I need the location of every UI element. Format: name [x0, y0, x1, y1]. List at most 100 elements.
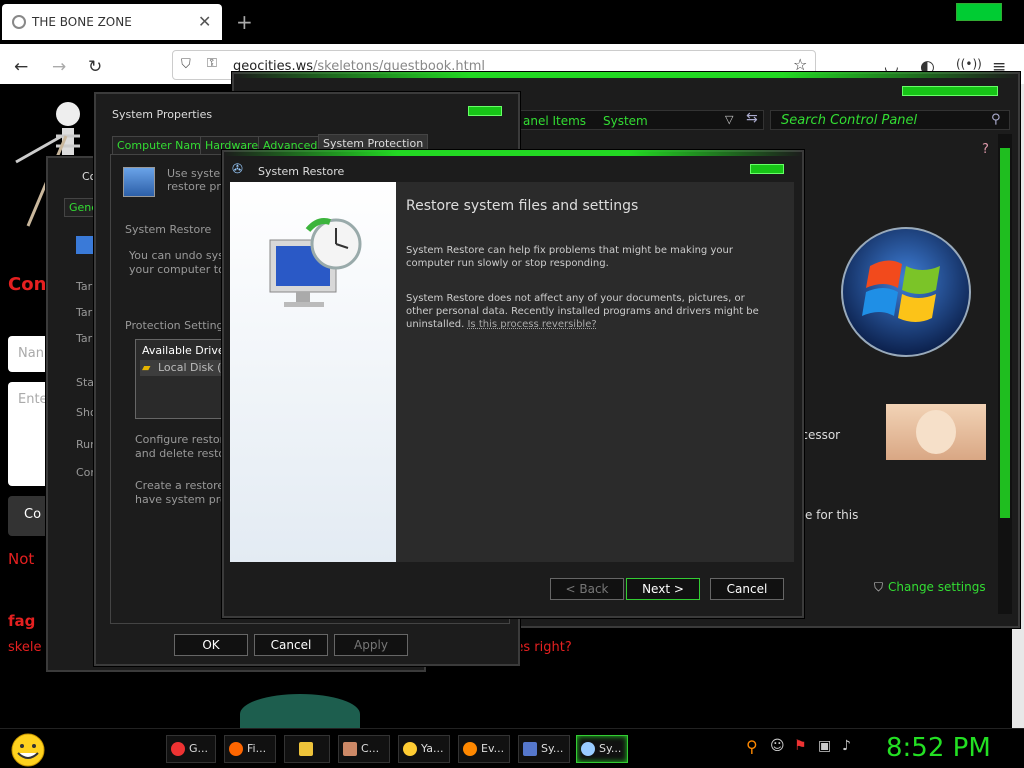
paragraph-1: System Restore can help fix problems tha…	[406, 245, 733, 269]
taskbar-item-c-label: C...	[361, 742, 380, 755]
system-restore-title: System Restore	[258, 165, 345, 178]
browser-tab-bar: THE BONE ZONE ✕ +	[0, 0, 1024, 44]
wizard-content: Restore system files and settings System…	[396, 182, 794, 562]
event-viewer-icon	[463, 742, 477, 756]
reversible-link[interactable]: Is this process reversible?	[467, 319, 596, 330]
back-icon[interactable]: ←	[14, 57, 28, 77]
taskbar: G... Fi... C... Ya... Ev... Sy... Sy... …	[0, 728, 1024, 768]
system-restore-close-button[interactable]	[750, 164, 784, 174]
app-icon	[343, 742, 357, 756]
system-properties-close-button[interactable]	[468, 106, 502, 116]
drives-header: Available Drives	[142, 344, 231, 357]
system-protection-icon	[123, 167, 155, 197]
system-restore-window: ✇ System Restore Restore system files an…	[222, 150, 804, 618]
label-3: Tar	[76, 332, 93, 345]
scrollbar-thumb[interactable]	[1000, 148, 1010, 518]
breadcrumb-item-1[interactable]: anel Items	[523, 114, 586, 128]
taskbar-item-chrome[interactable]: G...	[166, 735, 216, 763]
taskbar-item-firefox-label: Fi...	[247, 742, 267, 755]
flag-tray-icon[interactable]: ⚑	[794, 738, 807, 754]
start-button-smiley-icon[interactable]	[8, 733, 48, 767]
notice-text: Not	[8, 550, 35, 568]
taskbar-clock[interactable]: 8:52 PM	[886, 733, 991, 763]
submit-label: Co	[24, 507, 42, 522]
network-tray-icon[interactable]: ▣	[818, 738, 831, 754]
taskbar-item-yahoo[interactable]: Ya...	[398, 735, 450, 763]
volume-tray-icon[interactable]: ♪	[842, 738, 851, 754]
computer-icon	[76, 236, 94, 254]
uac-shield-icon: ⛉	[874, 580, 884, 594]
cancel-button[interactable]: Cancel	[254, 634, 328, 656]
ok-button[interactable]: OK	[174, 634, 248, 656]
taskbar-item-system-restore[interactable]: Sy...	[576, 735, 628, 763]
globe-icon	[12, 15, 26, 29]
label-2: Tar	[76, 306, 93, 319]
drive-name: Local Disk (C	[158, 361, 230, 374]
window-controls[interactable]	[956, 3, 1002, 21]
wizard-heading: Restore system files and settings	[406, 198, 639, 214]
chrome-icon	[171, 742, 185, 756]
smiley-icon	[403, 742, 417, 756]
taskbar-item-event[interactable]: Ev...	[458, 735, 510, 763]
taskbar-item-c[interactable]: C...	[338, 735, 390, 763]
system-restore-title-icon: ✇	[232, 162, 243, 177]
user-photo	[886, 404, 986, 460]
search-tray-icon[interactable]: ⚲	[746, 737, 758, 756]
taskbar-item-folder[interactable]	[284, 735, 330, 763]
page-heading: Con	[8, 274, 47, 295]
taskbar-item-event-label: Ev...	[481, 742, 505, 755]
breadcrumb[interactable]: anel Items System ▽	[516, 110, 764, 130]
shield-icon[interactable]: ⛉	[181, 57, 191, 72]
undo-line-1: You can undo syste	[129, 249, 235, 262]
search-placeholder: Search Control Panel	[781, 113, 918, 128]
reload-icon[interactable]: ↻	[88, 57, 102, 77]
paragraph-2-line-1: System Restore does not affect any of yo…	[406, 293, 745, 304]
refresh-icon[interactable]: ⇆	[746, 110, 758, 126]
chat-tray-icon[interactable]: ☺	[770, 738, 785, 754]
control-panel-scrollbar[interactable]	[998, 134, 1012, 614]
entry-author: fag	[8, 612, 36, 630]
taskbar-item-firefox[interactable]: Fi...	[224, 735, 276, 763]
disk-icon: ▰	[142, 361, 151, 374]
name-placeholder: Nan	[18, 346, 44, 361]
chevron-down-icon[interactable]: ▽	[725, 113, 733, 126]
taskbar-item-system-restore-label: Sy...	[599, 742, 622, 755]
lock-icon[interactable]: ⚿	[207, 56, 217, 71]
back-button[interactable]: < Back	[550, 578, 624, 600]
section-system-restore: System Restore	[125, 223, 212, 236]
extensions-icon[interactable]: ((•))	[956, 57, 982, 71]
help-icon[interactable]: ?	[982, 142, 989, 157]
title-glow	[224, 150, 802, 156]
change-settings-link[interactable]: Change settings	[888, 580, 986, 594]
paragraph-2: System Restore does not affect any of yo…	[406, 292, 778, 331]
message-placeholder: Ente	[18, 392, 48, 407]
new-tab-icon[interactable]: +	[236, 10, 253, 34]
search-icon[interactable]: ⚲	[991, 112, 1001, 127]
section-protection-settings: Protection Settings	[125, 319, 230, 332]
apply-button[interactable]: Apply	[334, 634, 408, 656]
taskbar-item-yahoo-label: Ya...	[421, 742, 444, 755]
entry-prefix: skele	[8, 640, 42, 655]
decorative-shape	[240, 694, 360, 728]
taskbar-item-system-label: Sy...	[541, 742, 564, 755]
system-icon	[523, 742, 537, 756]
title-glow	[234, 72, 1018, 78]
tab-title: THE BONE ZONE	[32, 15, 132, 29]
next-button[interactable]: Next >	[626, 578, 700, 600]
close-tab-icon[interactable]: ✕	[198, 12, 211, 31]
control-panel-window-buttons[interactable]	[902, 86, 998, 96]
breadcrumb-item-2[interactable]: System	[603, 114, 648, 128]
windows-logo-icon	[841, 227, 971, 357]
browser-tab[interactable]: THE BONE ZONE ✕	[2, 4, 222, 40]
forward-icon[interactable]: →	[52, 57, 66, 77]
wizard-side-panel	[230, 182, 396, 562]
firefox-icon	[229, 742, 243, 756]
folder-icon	[299, 742, 313, 756]
taskbar-item-system[interactable]: Sy...	[518, 735, 570, 763]
paragraph-2-line-3: uninstalled. Is this process reversible?	[406, 318, 778, 331]
search-control-panel-input[interactable]: Search Control Panel ⚲	[770, 110, 1010, 130]
tab-computer-name[interactable]: Computer Name	[112, 136, 213, 155]
cancel-restore-button[interactable]: Cancel	[710, 578, 784, 600]
system-restore-icon	[581, 742, 595, 756]
user-photo-face	[916, 410, 956, 454]
